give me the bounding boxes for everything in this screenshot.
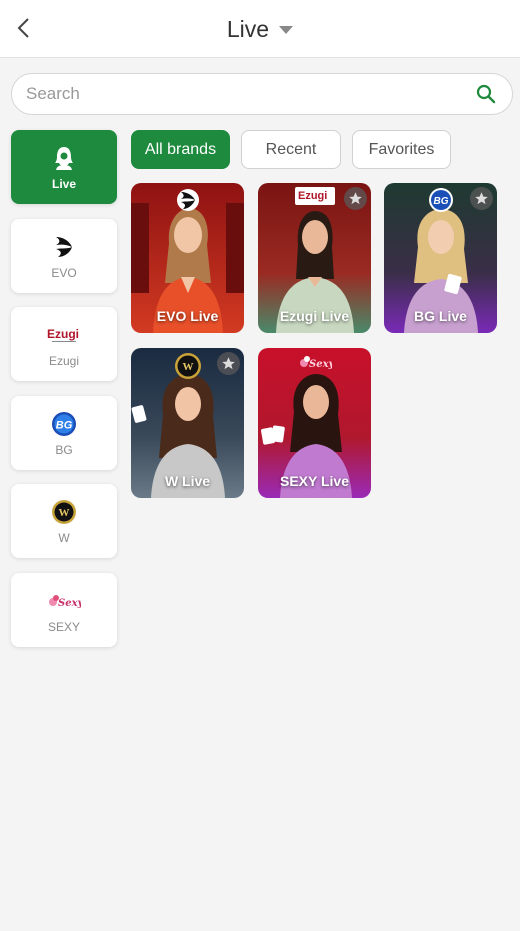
sidebar-item-evo[interactable]: EVO: [11, 218, 117, 293]
evo-logo: [176, 187, 199, 218]
game-card-label: SEXY Live: [279, 473, 349, 489]
game-card-label: BG Live: [414, 308, 467, 324]
sidebar-item-sexy[interactable]: Sexy SEXY: [11, 572, 117, 647]
ezugi-logo: Ezugi: [294, 187, 335, 210]
ezugi-logo: Ezugi: [46, 320, 82, 350]
favorite-star-icon[interactable]: [470, 187, 493, 210]
game-card-bg-live[interactable]: BG BG Live: [384, 183, 497, 333]
filter-tabs: All brands Recent Favorites: [131, 130, 451, 169]
sexy-logo: Sexy: [47, 586, 81, 616]
search-icon[interactable]: [474, 82, 498, 106]
svg-text:BG: BG: [56, 419, 73, 431]
game-card-label: W Live: [164, 473, 211, 489]
caret-down-icon[interactable]: [279, 26, 294, 34]
header-bar: Live: [0, 0, 520, 58]
game-card-w-live[interactable]: W W Live: [131, 348, 244, 498]
search-input[interactable]: [26, 84, 474, 104]
sidebar-item-bg[interactable]: BG BG: [11, 395, 117, 470]
sidebar-item-live[interactable]: Live: [11, 130, 117, 204]
tab-favorites[interactable]: Favorites: [352, 130, 451, 169]
sidebar-item-label: Live: [51, 177, 76, 191]
svg-text:BG: BG: [433, 196, 448, 207]
search-bar: [11, 73, 513, 115]
tab-recent[interactable]: Recent: [241, 130, 341, 169]
evo-logo: [53, 232, 75, 262]
svg-text:Ezugi: Ezugi: [298, 190, 327, 202]
game-card-sexy-live[interactable]: Sexy SEXY Live: [258, 348, 371, 498]
w-logo: W: [174, 352, 202, 385]
game-card-ezugi-live[interactable]: Ezugi Ezugi Live: [258, 183, 371, 333]
sexy-logo: Sexy: [298, 352, 335, 377]
sidebar-item-label: Ezugi: [48, 354, 80, 368]
game-card-evo-live[interactable]: EVO Live: [131, 183, 244, 333]
favorite-star-icon[interactable]: [344, 187, 367, 210]
svg-text:Sexy: Sexy: [309, 359, 332, 370]
sidebar-item-label: EVO: [51, 265, 77, 280]
sidebar-item-label: BG: [55, 442, 73, 457]
svg-text:Ezugi: Ezugi: [47, 327, 79, 341]
sidebar-item-ezugi[interactable]: Ezugi Ezugi: [11, 307, 117, 381]
game-card-label: Ezugi Live: [279, 308, 350, 324]
page-title: Live: [226, 15, 270, 42]
sidebar-item-w[interactable]: W W: [11, 484, 117, 558]
favorite-star-icon[interactable]: [217, 352, 240, 375]
sidebar-item-label: W: [58, 531, 70, 545]
bg-logo: BG: [428, 187, 454, 218]
tab-all-brands[interactable]: All brands: [131, 130, 230, 169]
svg-text:Sexy: Sexy: [58, 598, 81, 609]
brand-sidebar: Live EVO Ezugi Ezugi BG BG W W Sexy SEXY: [11, 130, 117, 661]
bg-logo: BG: [51, 409, 77, 439]
sidebar-item-label: SEXY: [47, 619, 80, 634]
svg-text:W: W: [59, 507, 70, 519]
svg-text:W: W: [182, 361, 193, 373]
w-logo: W: [51, 497, 77, 527]
live-dealer-icon: [52, 143, 76, 173]
game-card-label: EVO Live: [156, 308, 219, 324]
